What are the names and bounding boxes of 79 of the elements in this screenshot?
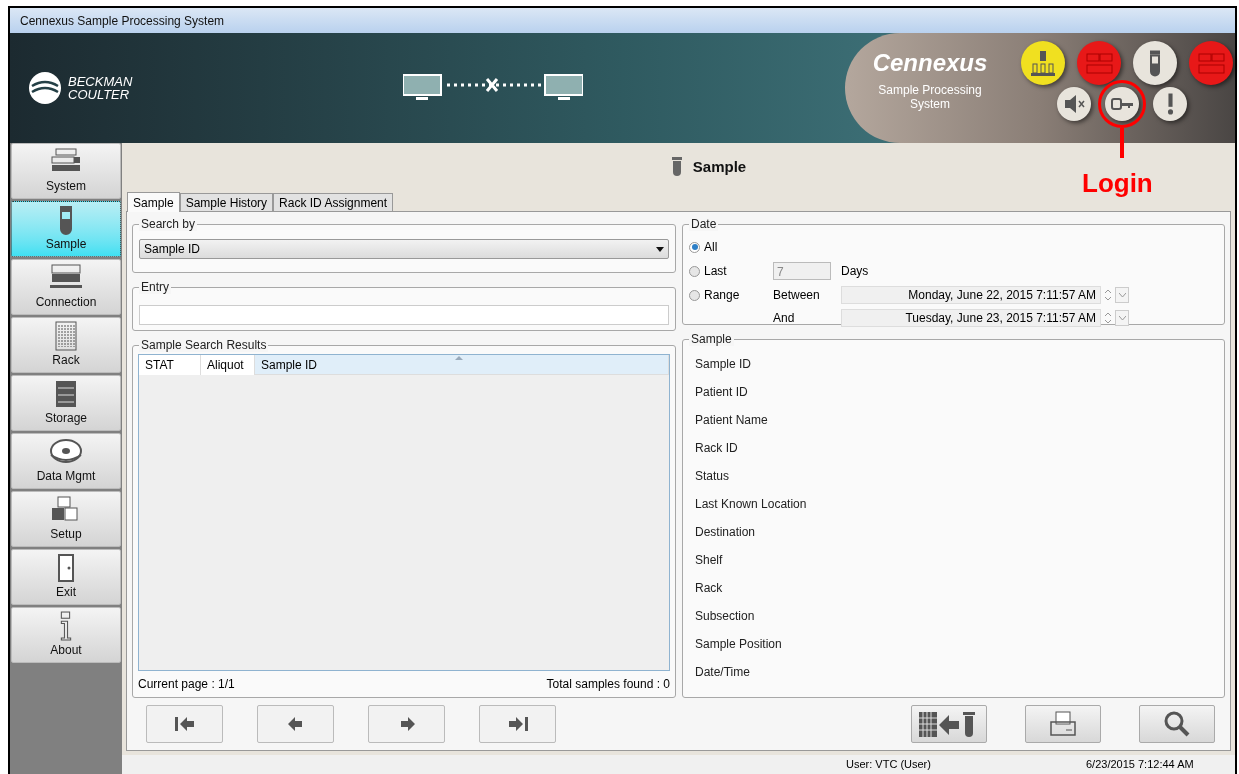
search-icon (1163, 710, 1191, 738)
connection-status-icon (403, 73, 583, 103)
sidebar-item[interactable]: About (11, 607, 121, 663)
sort-arrow-icon (455, 356, 463, 360)
tube-icon (670, 157, 683, 177)
first-page-icon (172, 714, 197, 734)
tube-icon (1149, 49, 1161, 77)
days-label: Days (841, 263, 869, 280)
date-time-field[interactable]: Tuesday, June 23, 2015 7:11:57 AM (841, 309, 1101, 327)
alert-icon (1166, 93, 1174, 115)
brand-logo-text: BECKMAN COULTER (68, 75, 134, 101)
total-samples-text: Total samples found : 0 (546, 676, 670, 693)
current-page-text: Current page : 1/1 (138, 676, 235, 693)
date-time-field[interactable]: Monday, June 22, 2015 7:11:57 AM (841, 286, 1101, 304)
search-by-dropdown[interactable]: Sample ID (139, 239, 669, 259)
entry-field[interactable] (139, 305, 669, 325)
status-button[interactable] (1133, 41, 1177, 85)
mute-icon (1062, 92, 1086, 116)
sidebar-item[interactable]: Storage (11, 375, 121, 431)
radio-option[interactable]: All (689, 238, 773, 256)
info-icon (60, 611, 72, 641)
field-label: Sample Position (695, 636, 783, 653)
group-legend: Sample Search Results (139, 338, 269, 352)
caret-icon (1118, 316, 1126, 320)
sidebar-item[interactable]: Sample (11, 201, 121, 257)
field-label: Patient Name (695, 412, 769, 429)
field-label: Subsection (695, 608, 756, 625)
status-button[interactable] (1021, 41, 1065, 85)
field-label: Rack (695, 580, 724, 597)
page-nav-button[interactable] (146, 705, 223, 743)
field-label: Sample ID (695, 356, 753, 373)
print-icon (1048, 710, 1078, 738)
clock-status: 6/23/2015 7:12:44 AM (1086, 757, 1194, 773)
spinner-icon[interactable] (1104, 288, 1112, 302)
between-label: Between (773, 287, 821, 304)
field-label: Last Known Location (695, 496, 808, 513)
field-label: Destination (695, 524, 757, 541)
page-nav-button[interactable] (479, 705, 556, 743)
product-subtitle: Sample Processing System (877, 83, 983, 111)
alert-button[interactable] (1153, 87, 1187, 121)
sidebar-item[interactable]: Setup (11, 491, 121, 547)
spinner-icon[interactable] (1104, 311, 1112, 325)
and-label: And (773, 310, 796, 327)
column-header[interactable]: Sample ID (255, 355, 669, 375)
field-label: Patient ID (695, 384, 749, 401)
search-button[interactable] (1139, 705, 1215, 743)
group-legend: Date (689, 217, 719, 231)
field-label: Shelf (695, 552, 724, 569)
window-title: Cennexus Sample Processing System (20, 12, 225, 30)
caret-icon (1118, 293, 1126, 297)
page-nav-button[interactable] (257, 705, 334, 743)
field-label: Date/Time (695, 664, 751, 681)
login-annotation: Login (1082, 168, 1153, 198)
radio-option[interactable]: Range (689, 286, 773, 304)
sidebar-item[interactable]: Rack (11, 317, 121, 373)
tab[interactable]: Sample (127, 192, 180, 212)
page-title: Sample (692, 156, 747, 177)
user-status: User: VTC (User) (846, 757, 932, 773)
group-legend: Entry (139, 280, 171, 294)
sidebar-item[interactable]: Data Mgmt (11, 433, 121, 489)
dropdown-caret-icon (656, 246, 664, 252)
group-legend: Sample (689, 332, 734, 346)
sidebar-item[interactable]: Connection (11, 259, 121, 315)
sidebar-item[interactable]: System (11, 143, 121, 199)
group-legend: Search by (139, 217, 198, 231)
logo-icon (28, 71, 62, 105)
login-button[interactable] (1105, 87, 1139, 121)
page-nav-button[interactable] (368, 705, 445, 743)
tab[interactable]: Rack ID Assignment (273, 193, 394, 211)
product-name: Cennexus (872, 49, 988, 77)
print-button[interactable] (1025, 705, 1101, 743)
tab[interactable]: Sample History (179, 193, 274, 211)
field-label: Status (695, 468, 731, 485)
radio-option[interactable]: Last (689, 262, 773, 280)
assign-button[interactable] (911, 705, 987, 743)
sidebar-item[interactable]: Exit (11, 549, 121, 605)
field-label: Rack ID (695, 440, 739, 457)
column-header[interactable]: STAT (139, 355, 201, 375)
mute-button[interactable] (1057, 87, 1091, 121)
